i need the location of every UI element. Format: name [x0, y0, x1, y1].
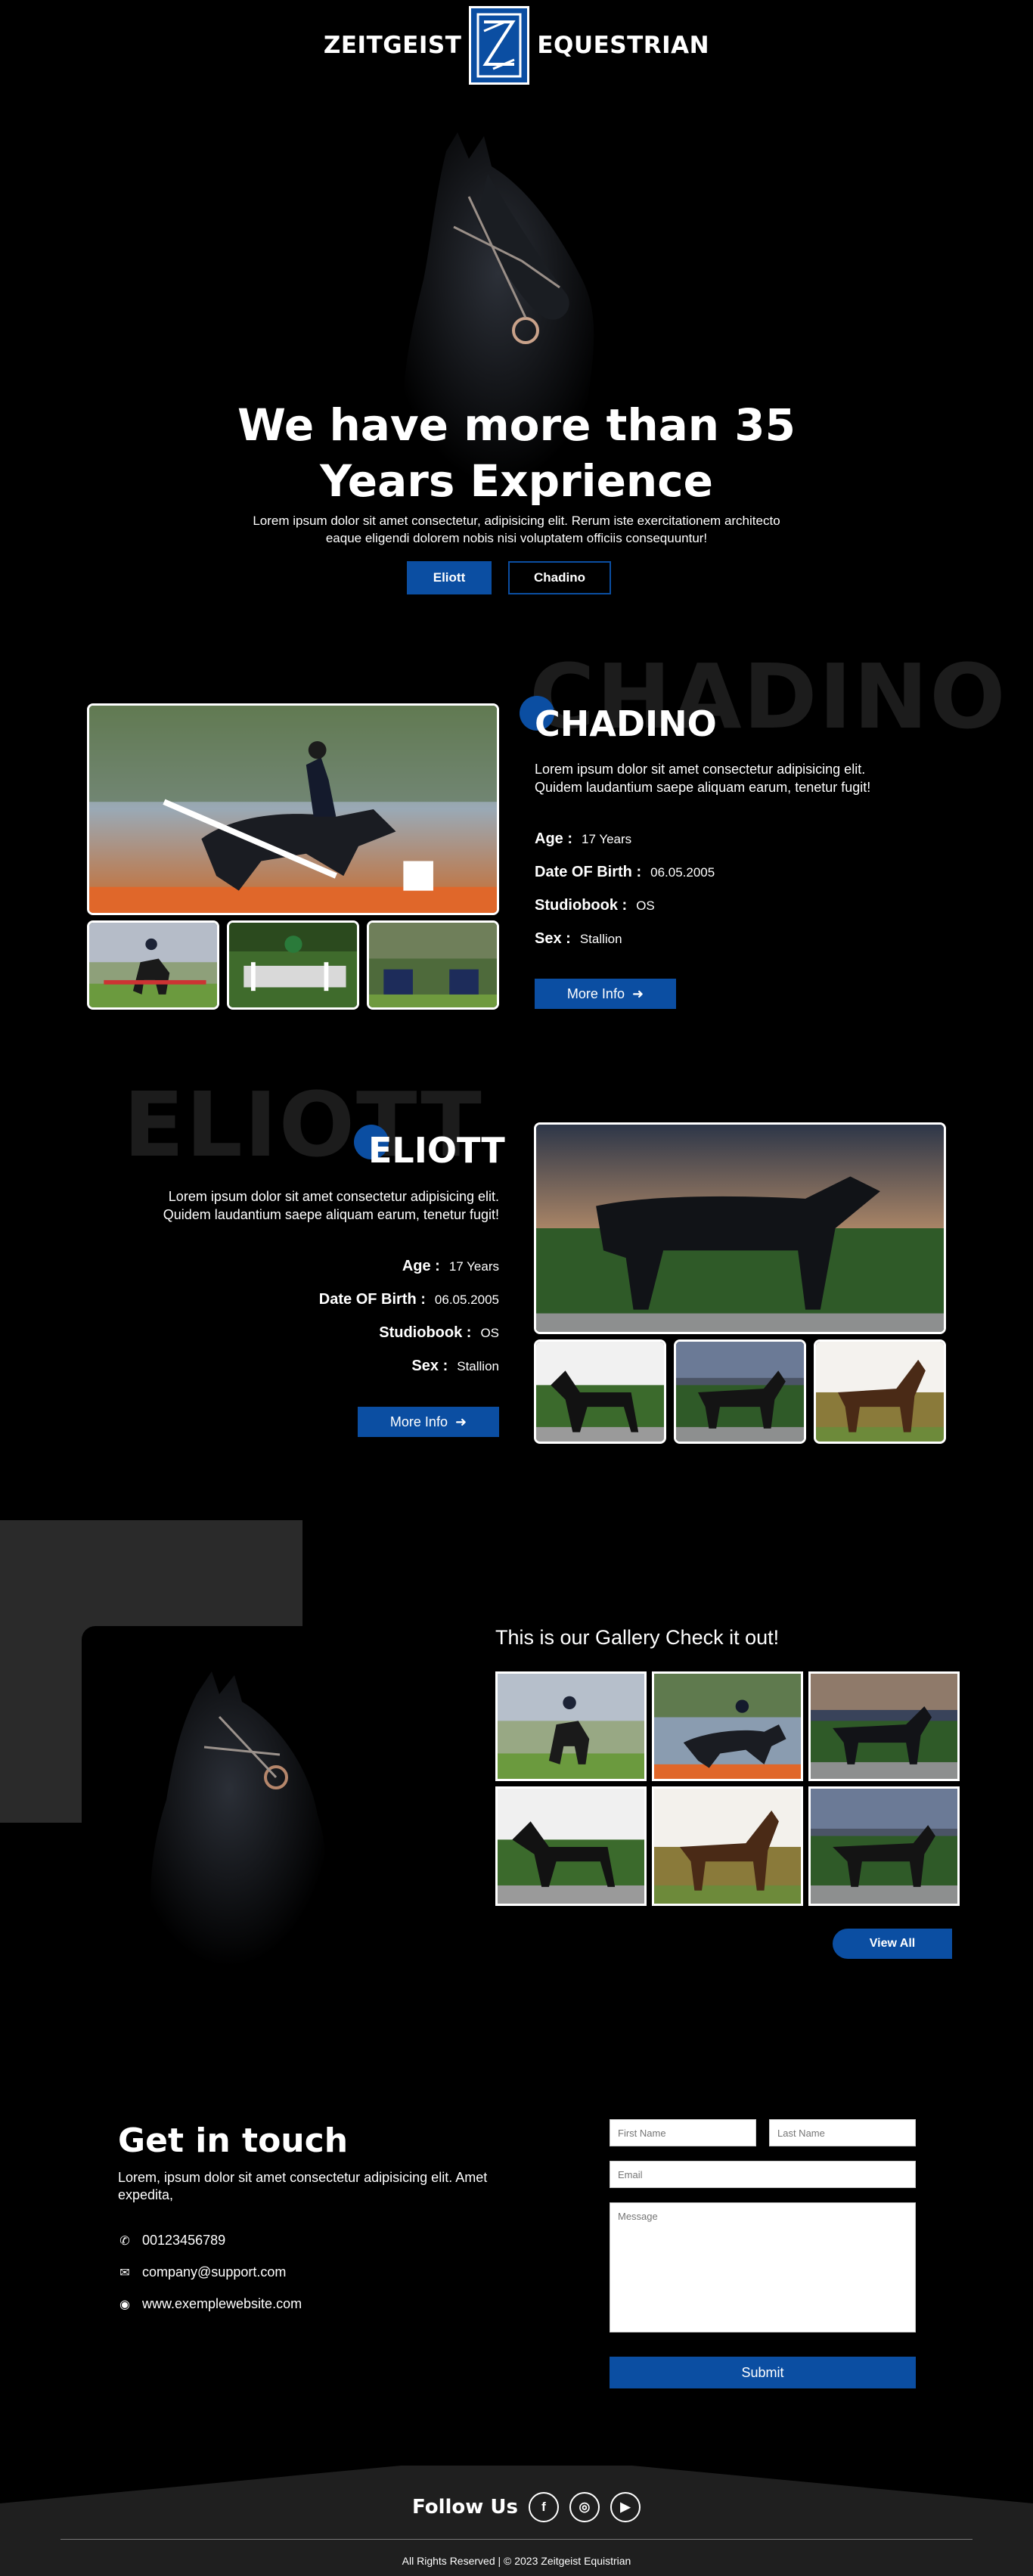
- phone-icon: ✆: [119, 2234, 130, 2248]
- first-name-input[interactable]: [610, 2119, 756, 2146]
- chadino-desc-line1: Lorem ipsum dolor sit amet consectetur a…: [535, 762, 866, 777]
- chadino-stat-studbook: Studiobook : OS: [535, 897, 715, 930]
- hero-title-line1: We have more than 35: [237, 399, 796, 451]
- more-info-label: More Info: [389, 1414, 448, 1429]
- contact-phone[interactable]: ✆ 00123456789: [118, 2233, 225, 2249]
- contact-email-text: company@support.com: [142, 2264, 287, 2280]
- follow-us: Follow Us f ◎ ▶: [412, 2492, 641, 2522]
- chadino-thumb-1[interactable]: [87, 920, 219, 1010]
- contact-website-text: www.exemplewebsite.com: [142, 2296, 302, 2311]
- eliott-desc-line2: Quidem laudantium saepe aliquam earum, t…: [163, 1207, 499, 1222]
- z-monogram-icon[interactable]: [469, 6, 530, 85]
- contact-website[interactable]: ◉ www.exemplewebsite.com: [118, 2296, 302, 2312]
- copyright-text: All Rights Reserved | © 2023 Zeitgeist E…: [402, 2555, 631, 2567]
- eliott-stat-dob: Date OF Birth : 06.05.2005: [227, 1291, 499, 1324]
- chadino-desc-line2: Quidem laudantium saepe aliquam earum, t…: [535, 780, 871, 795]
- stat-value: Stallion: [457, 1359, 499, 1373]
- facebook-icon[interactable]: f: [528, 2492, 559, 2522]
- follow-us-label: Follow Us: [412, 2496, 518, 2519]
- stat-value: 06.05.2005: [434, 1293, 499, 1307]
- chadino-main-photo[interactable]: [87, 703, 499, 915]
- stat-value: 17 Years: [582, 832, 632, 846]
- hero-title-line2: Years Exprience: [320, 455, 713, 507]
- eliott-thumb-3[interactable]: [814, 1339, 946, 1444]
- hero-subtitle-line2: eaque eligendi dolorem nobis nisi volupt…: [325, 531, 708, 545]
- gallery-feature-horse-image: [129, 1664, 416, 1966]
- eliott-desc-line1: Lorem ipsum dolor sit amet consectetur a…: [168, 1189, 499, 1204]
- stat-label: Age :: [402, 1258, 440, 1274]
- stat-label: Age :: [535, 830, 572, 847]
- stat-label: Studiobook :: [379, 1324, 472, 1341]
- contact-desc-line1: Lorem, ipsum dolor sit amet consectetur …: [118, 2170, 488, 2185]
- gallery-image-2[interactable]: [652, 1671, 803, 1781]
- eliott-thumb-2[interactable]: [674, 1339, 806, 1444]
- contact-desc-line2: expedita,: [118, 2187, 174, 2202]
- email-input[interactable]: [610, 2161, 916, 2188]
- youtube-icon[interactable]: ▶: [610, 2492, 641, 2522]
- stat-value: Stallion: [579, 932, 622, 946]
- contact-phone-text: 00123456789: [142, 2233, 226, 2248]
- eliott-stat-age: Age : 17 Years: [227, 1258, 499, 1291]
- stat-label: Studiobook :: [535, 897, 628, 914]
- message-textarea[interactable]: [610, 2202, 916, 2332]
- eliott-stats: Age :17 Years Date OF Birth :06.05.2005 …: [227, 1258, 499, 1391]
- chadino-stats: Age :17 Years Date OF Birth :06.05.2005 …: [535, 830, 715, 964]
- chadino-stat-dob: Date OF Birth : 06.05.2005: [535, 864, 715, 897]
- arrow-right-icon: ➜: [631, 985, 644, 1001]
- stat-label: Sex :: [535, 930, 571, 947]
- eliott-more-info-button[interactable]: More Info ➜: [358, 1407, 499, 1437]
- more-info-label: More Info: [566, 985, 625, 1001]
- instagram-icon[interactable]: ◎: [569, 2492, 600, 2522]
- contact-email[interactable]: ✉ company@support.com: [118, 2264, 286, 2280]
- arrow-right-icon: ➜: [454, 1414, 467, 1429]
- globe-icon: ◉: [119, 2298, 130, 2311]
- chadino-button[interactable]: Chadino: [508, 561, 611, 594]
- eliott-main-photo[interactable]: [534, 1122, 946, 1334]
- last-name-input[interactable]: [769, 2119, 916, 2146]
- page: ZEITGEIST EQUESTRIAN We have more than 3…: [0, 0, 1033, 2576]
- hero-subtitle-line1: Lorem ipsum dolor sit amet consectetur, …: [253, 514, 780, 528]
- stat-label: Sex :: [411, 1358, 448, 1374]
- submit-button[interactable]: Submit: [610, 2357, 916, 2388]
- view-all-button[interactable]: View All: [833, 1929, 952, 1959]
- chadino-more-info-button[interactable]: More Info ➜: [535, 979, 676, 1009]
- chadino-thumb-3[interactable]: [367, 920, 499, 1010]
- eliott-button[interactable]: Eliott: [407, 561, 492, 594]
- stat-label: Date OF Birth :: [318, 1291, 426, 1308]
- contact-description: Lorem, ipsum dolor sit amet consectetur …: [118, 2169, 541, 2204]
- gallery-image-6[interactable]: [808, 1786, 960, 1906]
- envelope-icon: ✉: [119, 2266, 130, 2280]
- hero-title: We have more than 35 Years Exprience: [212, 397, 821, 509]
- eliott-stat-studbook: Studiobook : OS: [227, 1324, 499, 1358]
- eliott-title: ELIOTT: [368, 1130, 505, 1171]
- site-header: ZEITGEIST EQUESTRIAN: [0, 0, 1033, 91]
- stat-value: 17 Years: [448, 1259, 499, 1274]
- gallery-image-1[interactable]: [495, 1671, 647, 1781]
- eliott-thumb-1[interactable]: [534, 1339, 666, 1444]
- chadino-thumb-2[interactable]: [227, 920, 359, 1010]
- stat-value: OS: [480, 1326, 499, 1340]
- eliott-description: Lorem ipsum dolor sit amet consectetur a…: [82, 1187, 499, 1224]
- chadino-stat-sex: Sex : Stallion: [535, 930, 715, 964]
- logo-text-left: ZEITGEIST: [323, 32, 462, 59]
- eliott-stat-sex: Sex : Stallion: [227, 1358, 499, 1391]
- chadino-description: Lorem ipsum dolor sit amet consectetur a…: [535, 760, 958, 796]
- gallery-title: This is our Gallery Check it out!: [495, 1626, 780, 1649]
- logo-text-right: EQUESTRIAN: [537, 32, 710, 59]
- contact-title: Get in touch: [118, 2121, 349, 2160]
- hero-subtitle: Lorem ipsum dolor sit amet consectetur, …: [212, 512, 821, 547]
- gallery-image-3[interactable]: [808, 1671, 960, 1781]
- stat-value: 06.05.2005: [650, 865, 715, 880]
- stat-label: Date OF Birth :: [535, 864, 642, 880]
- chadino-title: CHADINO: [535, 703, 717, 744]
- chadino-stat-age: Age : 17 Years: [535, 830, 715, 864]
- footer-divider: [60, 2539, 973, 2540]
- stat-value: OS: [636, 898, 655, 913]
- gallery-image-4[interactable]: [495, 1786, 647, 1906]
- gallery-image-5[interactable]: [652, 1786, 803, 1906]
